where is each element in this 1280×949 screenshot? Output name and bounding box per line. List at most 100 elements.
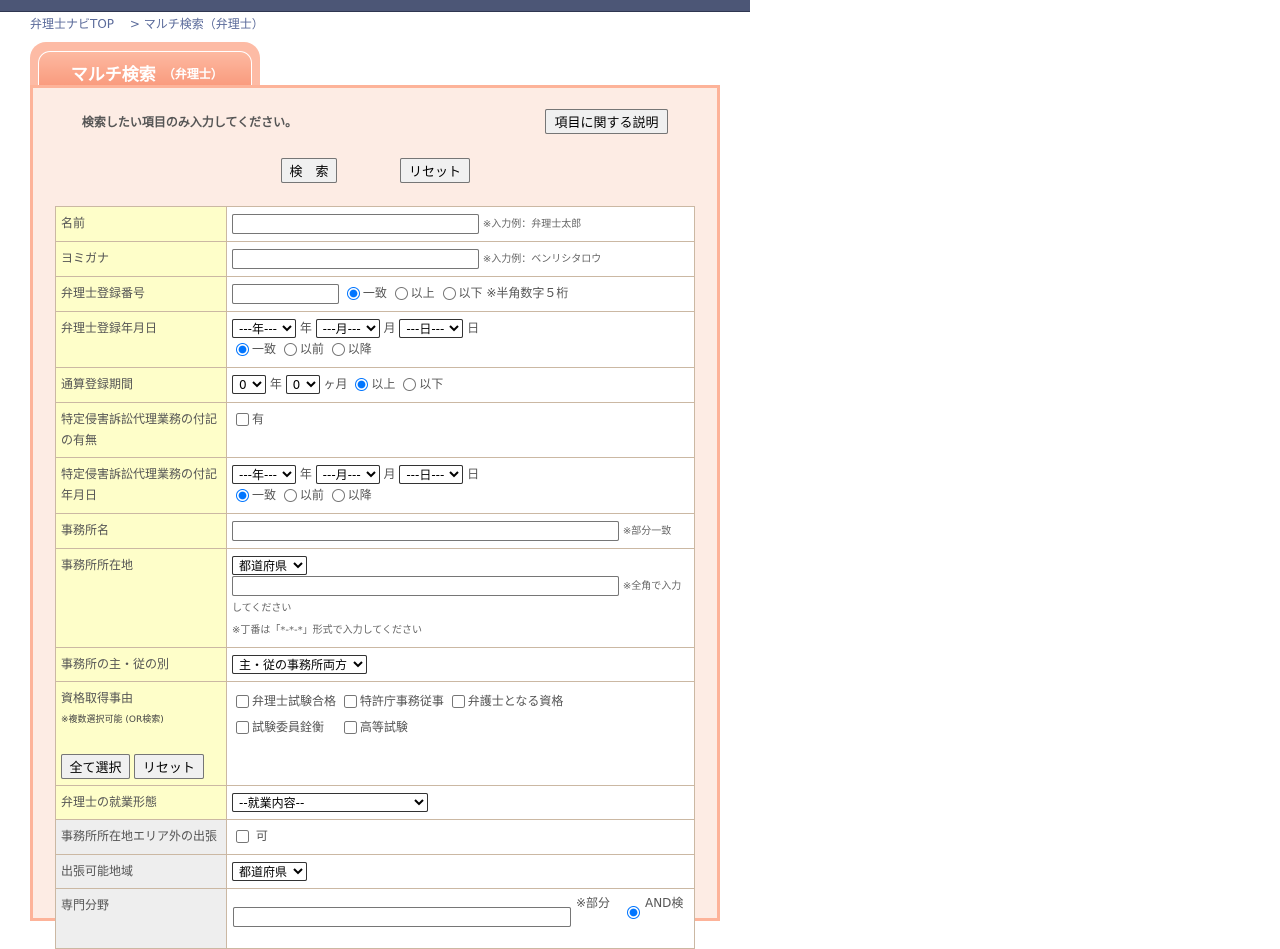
field-radio-and[interactable] (627, 906, 640, 919)
regdate-month-select[interactable]: ---月--- (315, 319, 380, 338)
tokutei-year-select[interactable]: ---年--- (232, 465, 296, 484)
row-tokutei: 特定侵害訴訟代理業務の付記の有無 有 (55, 402, 695, 458)
qual-committee-label: 試験委員銓衡 (252, 720, 325, 734)
row-tokutei-date: 特定侵害訴訟代理業務の付記年月日 ---年--- 年 ---月--- 月 ---… (55, 457, 695, 514)
period-below-label: 以下 (419, 377, 444, 391)
label-trip: 事務所所在地エリア外の出張 (55, 819, 227, 855)
page-title: マルチ検索 (71, 65, 156, 85)
label-field: 専門分野 (55, 888, 227, 949)
trip-check-label: 可 (255, 829, 268, 843)
field-input[interactable] (233, 907, 571, 927)
row-office: 事務所名 ※部分一致 (55, 513, 695, 549)
regnum-radio-equal[interactable] (346, 287, 360, 300)
work-select[interactable]: --就業内容-- (232, 793, 428, 812)
explain-button[interactable]: 項目に関する説明 (545, 109, 668, 134)
qual-subnote: ※複数選択可能 (OR検索) (61, 715, 164, 725)
qual-exam-checkbox[interactable] (236, 695, 249, 708)
qual-lawyer-label: 弁護士となる資格 (467, 694, 564, 708)
regnum-radio-above[interactable] (394, 287, 408, 300)
trip-checkbox[interactable] (236, 830, 249, 843)
regnum-note: ※半角数字５桁 (486, 286, 569, 300)
office-note: ※部分一致 (622, 526, 672, 537)
kana-input[interactable] (232, 248, 479, 269)
label-work: 弁理士の就業形態 (55, 785, 227, 820)
tokutei-radio-equal[interactable] (236, 489, 249, 502)
regnum-radio-below[interactable] (442, 287, 456, 300)
regnum-below-label: 以下 (458, 286, 483, 300)
qual-jpo-label: 特許庁事務従事 (359, 694, 444, 708)
period-radio-below[interactable] (403, 378, 417, 391)
regnum-input[interactable] (232, 283, 339, 304)
name-note: ※入力例：弁理士太郎 (482, 219, 582, 230)
field-note: ※部分 (576, 896, 611, 910)
tokutei-equal-label: 一致 (252, 488, 277, 502)
qual-reset-button[interactable]: リセット (133, 754, 204, 779)
regdate-equal-label: 一致 (252, 342, 277, 356)
select-all-button[interactable]: 全て選択 (61, 754, 130, 779)
breadcrumb-top-link[interactable]: 弁理士ナビTOP (30, 17, 114, 31)
office-addr-input[interactable] (232, 575, 619, 596)
tokutei-check-label: 有 (252, 412, 265, 426)
label-name: 名前 (55, 206, 227, 242)
regdate-year-select[interactable]: ---年--- (232, 319, 296, 338)
label-office: 事務所名 (55, 513, 227, 549)
period-radio-above[interactable] (355, 378, 369, 391)
row-period: 通算登録期間 0 年 0 ヶ月 以上 以下 (55, 367, 695, 403)
period-month-select[interactable]: 0 (285, 375, 320, 394)
tokutei-year-unit: 年 (299, 467, 312, 481)
regdate-radio-after[interactable] (331, 343, 345, 356)
kana-note: ※入力例：ベンリシタロウ (482, 254, 602, 265)
tokutei-month-select[interactable]: ---月--- (315, 465, 380, 484)
page-subtitle: （弁理士） (163, 67, 224, 81)
breadcrumb-separator: > (129, 17, 140, 31)
period-year-select[interactable]: 0 (232, 375, 266, 394)
reset-button[interactable]: リセット (400, 158, 470, 183)
label-office-type: 事務所の主・従の別 (55, 647, 227, 682)
office-input[interactable] (232, 520, 619, 541)
page-tab: マルチ検索 （弁理士） (38, 51, 252, 89)
regnum-equal-label: 一致 (362, 286, 387, 300)
qual-committee-checkbox[interactable] (236, 721, 249, 734)
intro-text: 検索したい項目のみ入力してください。 (82, 115, 298, 129)
qual-koto-checkbox[interactable] (343, 721, 357, 734)
qual-jpo-checkbox[interactable] (343, 695, 357, 708)
regdate-day-select[interactable]: ---日--- (399, 319, 464, 338)
row-regnum: 弁理士登録番号 一致 以上 以下 ※半角数字５桁 (55, 276, 695, 312)
label-kana: ヨミガナ (55, 241, 227, 277)
office-addr-note2: ※丁番は「*-*-*」形式で入力してください (232, 625, 422, 636)
regdate-radio-before[interactable] (283, 343, 297, 356)
label-qual: 資格取得事由 ※複数選択可能 (OR検索) 全て選択 リセット (55, 681, 227, 786)
tokutei-day-unit: 日 (467, 467, 480, 481)
label-regdate: 弁理士登録年月日 (55, 311, 227, 368)
period-year-unit: 年 (269, 377, 282, 391)
row-regdate: 弁理士登録年月日 ---年--- 年 ---月--- 月 ---日--- 日 一… (55, 311, 695, 368)
label-period: 通算登録期間 (55, 367, 227, 403)
row-trip-area: 出張可能地域 都道府県 (55, 854, 695, 889)
row-field: 専門分野 ※部分 AND検 (55, 888, 695, 949)
tokutei-radio-before[interactable] (283, 489, 297, 502)
breadcrumb-current: マルチ検索（弁理士） (143, 17, 264, 31)
search-button[interactable]: 検 索 (281, 158, 337, 183)
label-tokutei: 特定侵害訴訟代理業務の付記の有無 (55, 402, 227, 458)
row-work: 弁理士の就業形態 --就業内容-- (55, 785, 695, 820)
label-tokutei-date: 特定侵害訴訟代理業務の付記年月日 (55, 457, 227, 514)
regnum-above-label: 以上 (410, 286, 435, 300)
period-month-unit: ヶ月 (323, 377, 348, 391)
name-input[interactable] (232, 213, 479, 234)
tokutei-day-select[interactable]: ---日--- (399, 465, 464, 484)
row-office-addr: 事務所所在地 都道府県 ※全角で入力してください ※丁番は「*-*-*」形式で入… (55, 548, 695, 648)
qual-label: 資格取得事由 (61, 691, 134, 705)
regdate-day-unit: 日 (467, 321, 480, 335)
regdate-radio-equal[interactable] (236, 343, 249, 356)
row-qual: 資格取得事由 ※複数選択可能 (OR検索) 全て選択 リセット 弁理士試験合格 … (55, 681, 695, 786)
row-name: 名前 ※入力例：弁理士太郎 (55, 206, 695, 242)
tokutei-radio-after[interactable] (331, 489, 345, 502)
qual-lawyer-checkbox[interactable] (451, 695, 465, 708)
regdate-year-unit: 年 (299, 321, 312, 335)
office-type-select[interactable]: 主・従の事務所両方 (232, 655, 367, 674)
tokutei-checkbox[interactable] (236, 413, 249, 426)
tokutei-after-label: 以降 (347, 488, 372, 502)
office-pref-select[interactable]: 都道府県 (232, 556, 307, 575)
top-bar (0, 0, 750, 12)
trip-pref-select[interactable]: 都道府県 (232, 862, 307, 881)
